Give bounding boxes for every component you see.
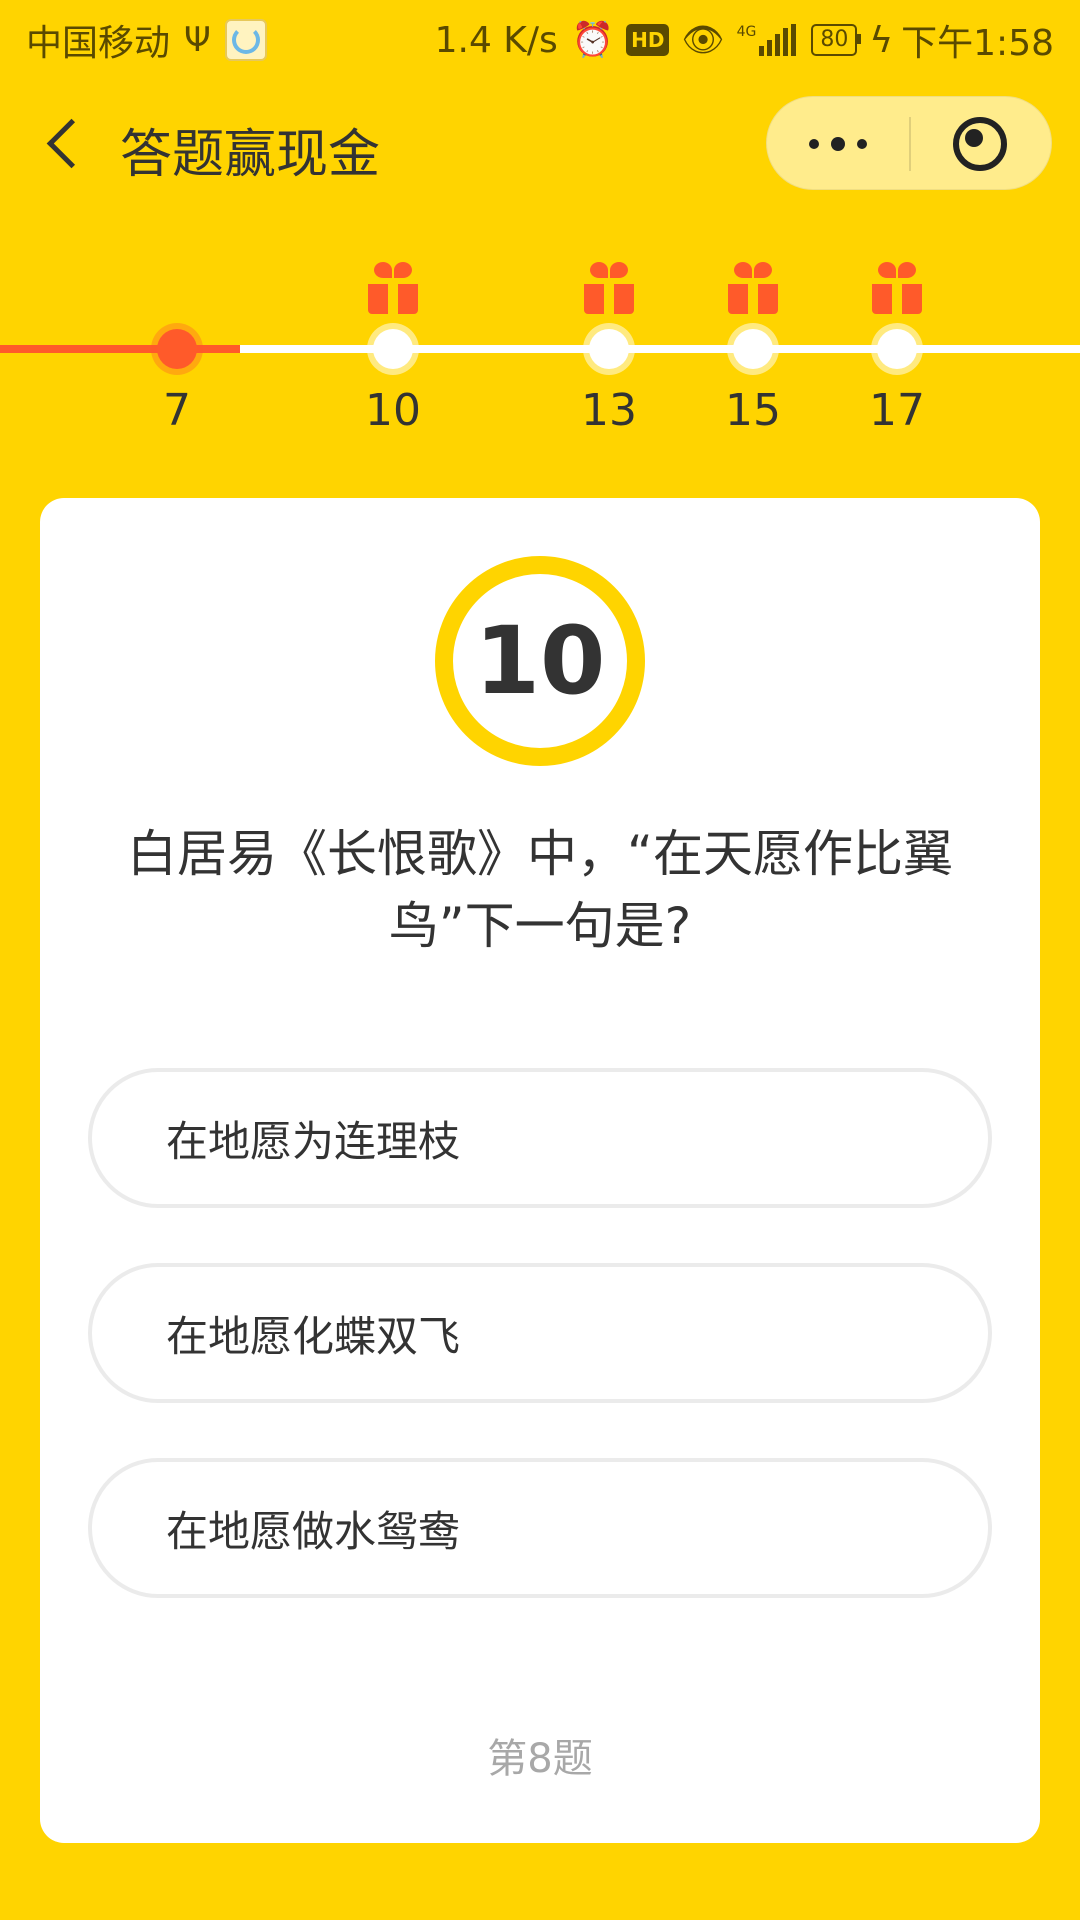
milestone-15: 15	[703, 250, 803, 450]
nav-header: 答题赢现金	[0, 76, 1080, 216]
milestone-label: 15	[725, 385, 781, 436]
more-button[interactable]	[767, 97, 909, 191]
countdown-timer: 10	[435, 556, 645, 766]
milestone-node-current	[157, 329, 197, 369]
signal-icon: 4G	[737, 24, 800, 56]
mini-program-capsule	[766, 96, 1052, 190]
network-type: 4G	[736, 24, 757, 40]
milestone-label: 10	[365, 385, 421, 436]
gift-icon	[728, 262, 778, 314]
answer-option-2[interactable]: 在地愿化蝶双飞	[88, 1263, 992, 1403]
eye-icon: 👁	[681, 20, 725, 60]
status-bar-left: 中国移动 Ψ	[26, 14, 267, 66]
status-bar: 中国移动 Ψ 1.4 K/s ⏰ HD 👁 4G 80 ϟ 下午1:58	[0, 0, 1080, 76]
question-number: 第8题	[487, 1736, 593, 1782]
milestone-node	[733, 329, 773, 369]
answer-option-label: 在地愿做水鸳鸯	[166, 1506, 461, 1556]
network-speed: 1.4 K/s	[434, 19, 558, 61]
milestone-label: 17	[869, 385, 925, 436]
answer-option-3[interactable]: 在地愿做水鸳鸯	[88, 1458, 992, 1598]
battery-icon: 80	[811, 24, 862, 56]
page-title: 答题赢现金	[120, 125, 381, 185]
milestone-node	[877, 329, 917, 369]
milestone-10: 10	[343, 250, 443, 450]
charging-icon: ϟ	[869, 19, 894, 61]
hd-icon: HD	[626, 24, 670, 56]
gift-icon	[872, 262, 922, 314]
question-card: 10 白居易《长恨歌》中，“在天愿作比翼鸟”下一句是? 在地愿为连理枝 在地愿化…	[40, 498, 1040, 1843]
usb-icon: Ψ	[184, 20, 211, 60]
back-button[interactable]	[40, 116, 100, 176]
status-bar-right: 1.4 K/s ⏰ HD 👁 4G 80 ϟ 下午1:58	[435, 14, 1054, 66]
countdown-value: 10	[474, 606, 606, 716]
milestone-17: 17	[847, 250, 947, 450]
answer-option-1[interactable]: 在地愿为连理枝	[88, 1068, 992, 1208]
alarm-icon: ⏰	[571, 20, 615, 60]
milestone-node	[589, 329, 629, 369]
milestone-label: 7	[163, 385, 191, 436]
milestone-label: 13	[581, 385, 637, 436]
progress-track: 7 10 13 15 17	[0, 250, 1080, 450]
clock: 下午1:58	[901, 23, 1054, 64]
answer-options: 在地愿为连理枝 在地愿化蝶双飞 在地愿做水鸳鸯	[88, 1068, 992, 1653]
app-notification-icon	[224, 19, 267, 61]
gift-icon	[584, 262, 634, 314]
milestone-7: 7	[127, 250, 227, 450]
gift-icon	[368, 262, 418, 314]
carrier-label: 中国移动	[26, 23, 171, 64]
answer-option-label: 在地愿为连理枝	[166, 1116, 461, 1166]
question-text: 白居易《长恨歌》中，“在天愿作比翼鸟”下一句是?	[127, 825, 953, 955]
more-dots-icon	[803, 137, 873, 151]
milestone-node	[373, 329, 413, 369]
answer-option-label: 在地愿化蝶双飞	[166, 1311, 461, 1361]
milestone-13: 13	[559, 250, 659, 450]
battery-level: 80	[820, 27, 849, 52]
close-miniprogram-button[interactable]	[909, 97, 1051, 191]
